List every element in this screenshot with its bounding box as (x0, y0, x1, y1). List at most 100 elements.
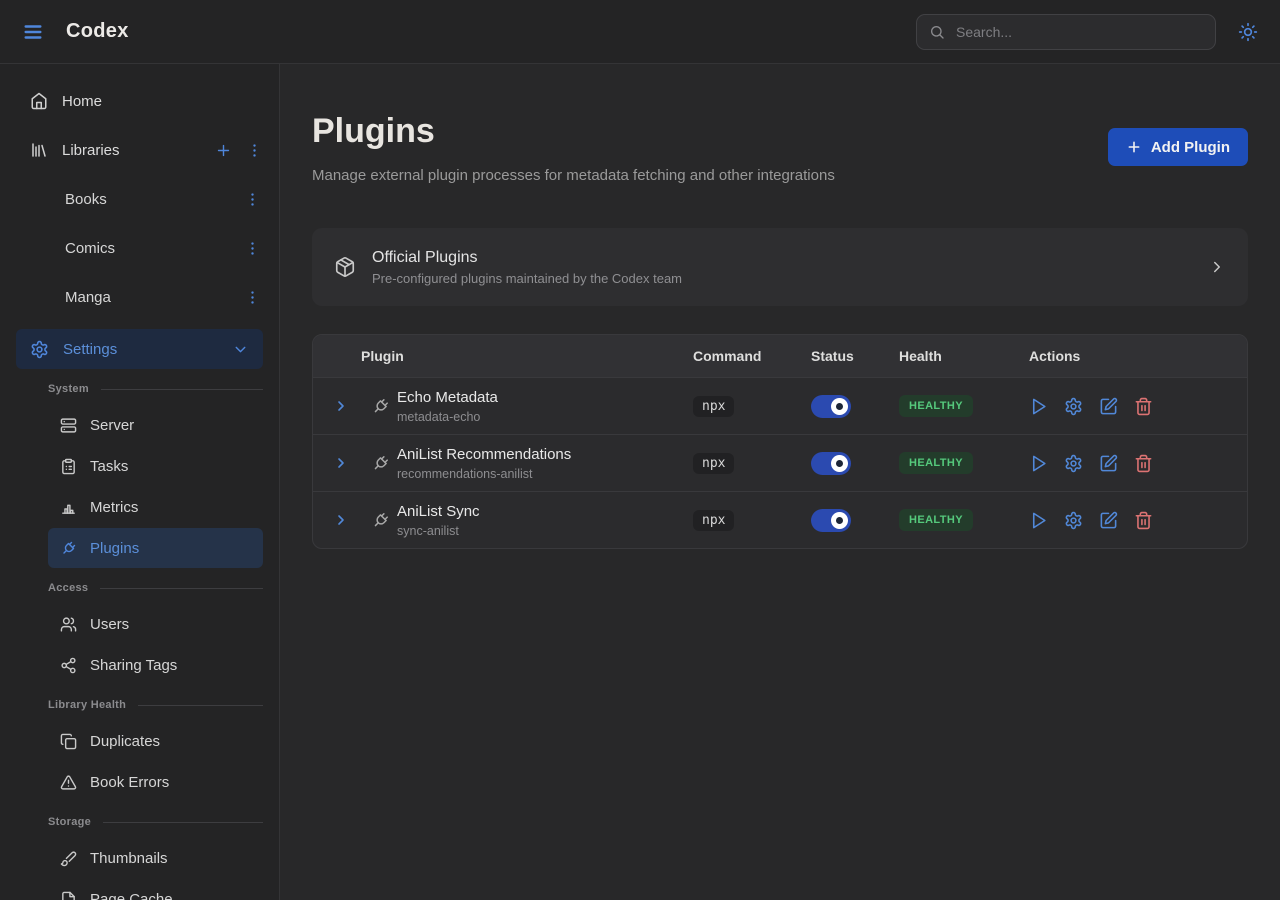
gear-icon (30, 340, 49, 359)
page-title: Plugins (312, 112, 835, 151)
column-header-health: Health (883, 348, 1013, 364)
app-title: Codex (66, 20, 129, 43)
plugins-table: Plugin Command Status Health Actions Ech… (312, 334, 1248, 549)
add-plugin-button[interactable]: Add Plugin (1108, 128, 1248, 166)
search-bar[interactable] (916, 14, 1216, 50)
add-library-button[interactable] (215, 142, 232, 159)
library-label: Comics (65, 240, 115, 257)
sidebar: Home Libraries Books Comics Manga Settin (0, 64, 280, 900)
plugin-name: Echo Metadata (397, 389, 677, 406)
server-icon (60, 417, 77, 434)
users-icon (60, 616, 77, 633)
plugin-id: recommendations-anilist (397, 467, 677, 481)
plugin-id: sync-anilist (397, 524, 677, 538)
share-icon (60, 657, 77, 674)
sidebar-item-home[interactable]: Home (0, 84, 279, 118)
edit-plugin-button[interactable] (1099, 454, 1118, 473)
sidebar-item-comics[interactable]: Comics (0, 231, 279, 265)
sidebar-item-label: Users (90, 616, 129, 633)
search-input[interactable] (954, 23, 1203, 41)
configure-plugin-button[interactable] (1064, 454, 1083, 473)
sidebar-item-metrics[interactable]: Metrics (48, 487, 263, 527)
sidebar-item-duplicates[interactable]: Duplicates (48, 721, 263, 761)
library-label: Manga (65, 289, 111, 306)
clipboard-icon (60, 458, 77, 475)
plugin-enabled-toggle[interactable] (811, 509, 851, 532)
edit-plugin-button[interactable] (1099, 397, 1118, 416)
configure-plugin-button[interactable] (1064, 511, 1083, 530)
run-plugin-button[interactable] (1029, 511, 1048, 530)
configure-plugin-button[interactable] (1064, 397, 1083, 416)
sidebar-item-label: Server (90, 417, 134, 434)
table-row: AniList Recommendations recommendations-… (313, 434, 1247, 491)
package-icon (334, 256, 356, 278)
menu-icon[interactable] (22, 21, 44, 43)
expand-row-button[interactable] (333, 455, 349, 471)
comics-more-icon[interactable] (244, 240, 261, 257)
plugin-command: npx (693, 396, 734, 417)
sidebar-item-label: Duplicates (90, 733, 160, 750)
edit-plugin-button[interactable] (1099, 511, 1118, 530)
run-plugin-button[interactable] (1029, 397, 1048, 416)
pdf-file-icon (60, 891, 77, 900)
table-row: Echo Metadata metadata-echo npx HEALTHY (313, 377, 1247, 434)
table-row: AniList Sync sync-anilist npx HEALTHY (313, 491, 1247, 548)
sidebar-item-label: Book Errors (90, 774, 169, 791)
main-content: Plugins Manage external plugin processes… (280, 64, 1280, 900)
column-header-command: Command (677, 348, 795, 364)
sidebar-item-label: Libraries (62, 142, 120, 159)
sidebar-item-label: Sharing Tags (90, 657, 177, 674)
table-header-row: Plugin Command Status Health Actions (313, 335, 1247, 377)
home-icon (30, 92, 48, 110)
sidebar-item-books[interactable]: Books (0, 182, 279, 216)
official-plugins-card[interactable]: Official Plugins Pre-configured plugins … (312, 228, 1248, 306)
sidebar-item-book-errors[interactable]: Book Errors (48, 762, 263, 802)
column-header-status: Status (795, 348, 883, 364)
sidebar-item-thumbnails[interactable]: Thumbnails (48, 838, 263, 878)
sidebar-item-tasks[interactable]: Tasks (48, 446, 263, 486)
plugin-id: metadata-echo (397, 410, 677, 424)
health-badge: HEALTHY (899, 452, 973, 474)
expand-row-button[interactable] (333, 398, 349, 414)
plugin-enabled-toggle[interactable] (811, 452, 851, 475)
library-label: Books (65, 191, 107, 208)
paintbrush-icon (60, 850, 77, 867)
section-label-storage: Storage (48, 816, 263, 828)
app-header: Codex (0, 0, 1280, 64)
sidebar-item-page-cache[interactable]: Page Cache (48, 879, 263, 900)
plugin-enabled-toggle[interactable] (811, 395, 851, 418)
plug-icon (371, 397, 390, 416)
bar-chart-icon (60, 499, 77, 516)
column-header-actions: Actions (1013, 348, 1227, 364)
sidebar-item-label: Plugins (90, 540, 139, 557)
delete-plugin-button[interactable] (1134, 397, 1153, 416)
section-label-library-health: Library Health (48, 699, 263, 711)
health-badge: HEALTHY (899, 509, 973, 531)
sidebar-item-label: Tasks (90, 458, 128, 475)
delete-plugin-button[interactable] (1134, 511, 1153, 530)
sidebar-item-sharing-tags[interactable]: Sharing Tags (48, 645, 263, 685)
books-more-icon[interactable] (244, 191, 261, 208)
plus-icon (1126, 139, 1142, 155)
plug-icon (371, 511, 390, 530)
sidebar-item-settings[interactable]: Settings (16, 329, 263, 369)
sidebar-item-server[interactable]: Server (48, 405, 263, 445)
delete-plugin-button[interactable] (1134, 454, 1153, 473)
section-label-access: Access (48, 582, 263, 594)
page-subtitle: Manage external plugin processes for met… (312, 167, 835, 184)
sidebar-item-label: Home (62, 93, 102, 110)
expand-row-button[interactable] (333, 512, 349, 528)
sidebar-item-plugins[interactable]: Plugins (48, 528, 263, 568)
column-header-plugin: Plugin (333, 348, 677, 364)
run-plugin-button[interactable] (1029, 454, 1048, 473)
sidebar-item-manga[interactable]: Manga (0, 280, 279, 314)
sidebar-item-users[interactable]: Users (48, 604, 263, 644)
libraries-more-icon[interactable] (246, 142, 263, 159)
plugin-command: npx (693, 510, 734, 531)
theme-toggle-sun-icon[interactable] (1238, 22, 1258, 42)
sidebar-item-libraries[interactable]: Libraries (0, 133, 279, 167)
warning-triangle-icon (60, 774, 77, 791)
manga-more-icon[interactable] (244, 289, 261, 306)
chevron-down-icon (232, 341, 249, 358)
official-plugins-subtitle: Pre-configured plugins maintained by the… (372, 271, 682, 286)
